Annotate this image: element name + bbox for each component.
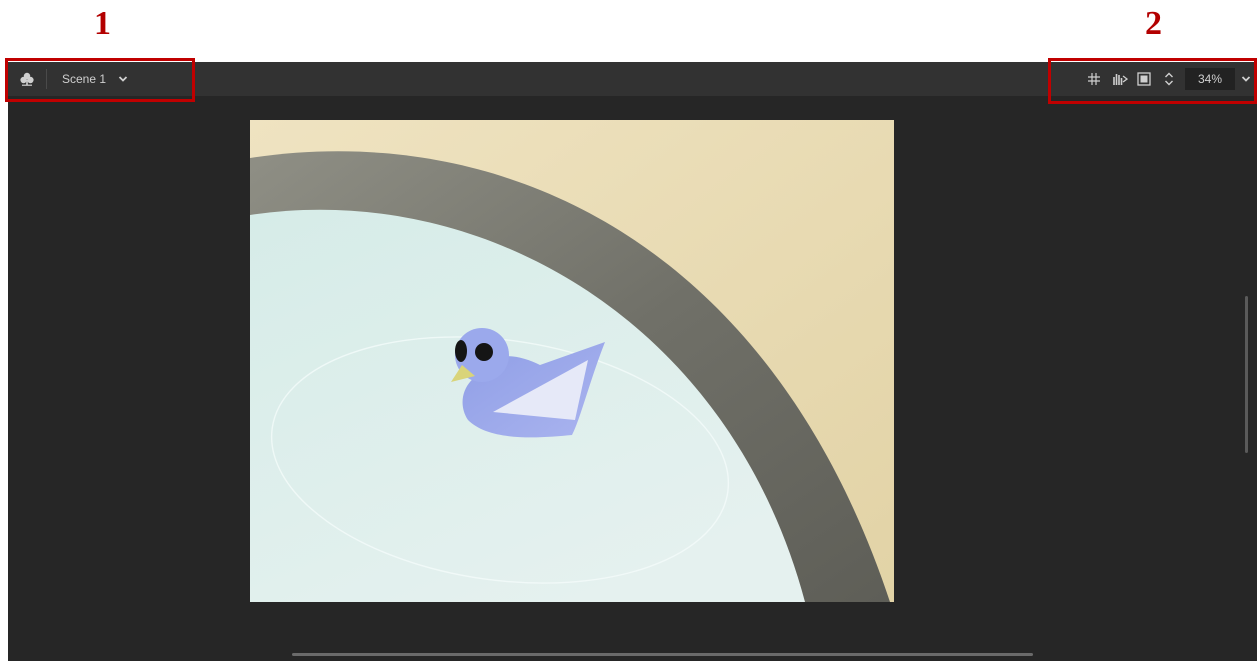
highlight-box-2 [1048,58,1257,104]
horizontal-scrollbar[interactable] [292,653,1033,656]
highlight-box-1 [5,58,195,102]
stage-canvas[interactable] [250,120,894,602]
bathtub-artwork [250,120,894,602]
duck-eye-left [455,340,467,362]
vertical-scrollbar[interactable] [1245,296,1248,453]
duck-eye-right [475,343,493,361]
callout-number-1: 1 [94,5,111,42]
callout-number-2: 2 [1145,5,1162,42]
animate-workspace: Scene 1 34% [8,62,1257,661]
